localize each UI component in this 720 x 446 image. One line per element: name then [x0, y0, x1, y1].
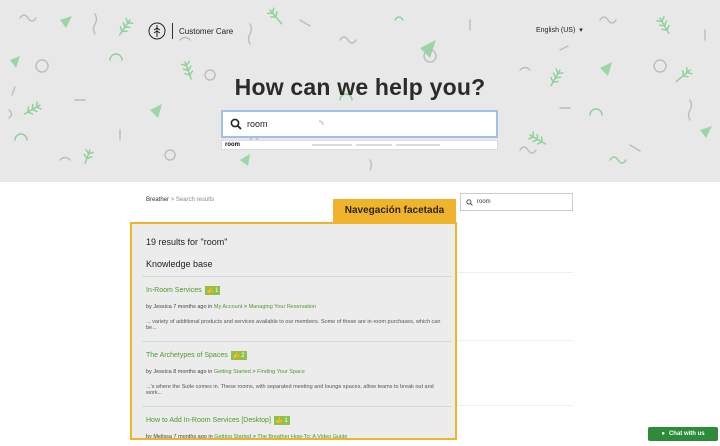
category-link[interactable]: My Account: [214, 304, 242, 310]
chat-label: Chat with us: [668, 431, 705, 437]
suggestion-text: room: [225, 142, 240, 148]
suggestion-preview: [292, 142, 442, 148]
meta-prefix: by Jessica 8 months ago in: [146, 369, 214, 375]
thumbs-up-icon: 👍: [206, 288, 215, 294]
tree-logo-icon: [148, 22, 166, 40]
search-icon: [466, 198, 473, 206]
result-item: The Archetypes of Spaces 👍 2 by Jessica 8…: [146, 351, 446, 396]
search-input[interactable]: room: [221, 110, 498, 138]
result-snippet: ...'s where the Suite comes in. These ro…: [146, 384, 434, 396]
chevron-down-icon: ▾: [579, 27, 583, 34]
result-snippet: ... variety of additional products and s…: [146, 319, 441, 331]
secondary-search-input[interactable]: room: [460, 193, 573, 211]
vote-count: 1: [215, 287, 219, 294]
breadcrumb: Breather > Search results: [146, 197, 214, 203]
results-count: 19 results for "room": [146, 237, 228, 247]
brand[interactable]: Customer Care: [148, 22, 233, 40]
result-title-link[interactable]: How to Add In-Room Services [Desktop]: [146, 417, 271, 424]
divider: [142, 406, 452, 407]
category-link[interactable]: Getting Started: [214, 369, 251, 375]
thumbs-up-icon: 👍: [232, 353, 241, 359]
vote-badge: 👍 2: [230, 351, 247, 360]
divider: [458, 340, 573, 341]
divider: [142, 341, 452, 342]
divider: [142, 276, 452, 277]
loading-spinner-icon: [318, 120, 324, 126]
divider: [458, 272, 573, 273]
breadcrumb-separator: >: [170, 197, 175, 203]
vote-badge: 👍 1: [204, 286, 221, 295]
result-meta: by Jessica 8 months ago in Getting Start…: [146, 369, 446, 375]
section-link[interactable]: Managing Your Reservation: [249, 304, 317, 310]
brand-separator: [172, 23, 173, 39]
chat-bubble-icon: ●: [661, 431, 665, 437]
vote-count: 1: [284, 417, 288, 424]
result-title-link[interactable]: The Archetypes of Spaces: [146, 352, 228, 359]
page-title: How can we help you?: [234, 74, 486, 100]
section-link[interactable]: The Breather How-To: A Video Guide: [257, 434, 347, 438]
results-panel: 19 results for "room" Knowledge base In-…: [130, 222, 457, 440]
result-title-link[interactable]: In-Room Services: [146, 287, 202, 294]
section-link[interactable]: Finding Your Space: [257, 369, 305, 375]
breadcrumb-root[interactable]: Breather: [146, 197, 169, 203]
result-item: In-Room Services 👍 1 by Jessica 7 months …: [146, 286, 446, 331]
result-meta: by Melissa 7 months ago in Getting Start…: [146, 434, 446, 440]
vote-badge: 👍 1: [273, 416, 290, 425]
thumbs-up-icon: 👍: [275, 418, 284, 424]
secondary-search-value: room: [477, 199, 491, 205]
category-link[interactable]: Getting Started: [214, 434, 251, 438]
brand-name: Customer Care: [179, 26, 234, 36]
search-suggestion[interactable]: room: [221, 140, 498, 150]
vote-count: 2: [241, 352, 245, 359]
divider: [458, 405, 573, 406]
chat-with-us-button[interactable]: ● Chat with us: [648, 427, 718, 441]
result-item: How to Add In-Room Services [Desktop] 👍 1…: [146, 416, 446, 440]
language-selector[interactable]: English (US) ▾: [536, 26, 583, 35]
language-label: English (US): [536, 26, 576, 34]
result-meta: by Jessica 7 months ago in My Account > …: [146, 304, 446, 310]
search-value: room: [247, 119, 268, 129]
hero-banner: Customer Care English (US) ▾ How can we …: [0, 0, 720, 182]
annotation-label: Navegación facetada: [333, 199, 456, 222]
section-heading: Knowledge base: [146, 259, 213, 269]
meta-prefix: by Jessica 7 months ago in: [146, 304, 214, 310]
search-icon: [230, 118, 242, 130]
meta-prefix: by Melissa 7 months ago in: [146, 434, 215, 440]
breadcrumb-current: Search results: [175, 197, 215, 203]
